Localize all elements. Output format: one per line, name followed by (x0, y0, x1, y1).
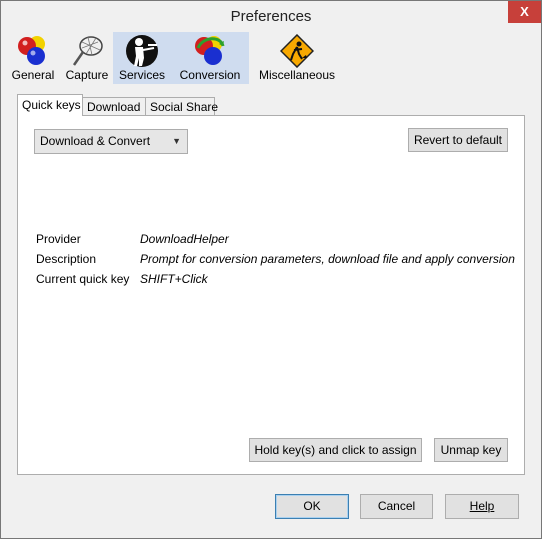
toolbar-item-label: Conversion (179, 68, 241, 82)
toolbar-item-miscellaneous[interactable]: Miscellaneous (249, 32, 345, 84)
toolbar-item-capture[interactable]: Capture (61, 32, 113, 84)
chevron-down-icon: ▼ (172, 136, 181, 146)
toolbar-item-label: General (11, 68, 55, 82)
toolbar-item-conversion[interactable]: Conversion (171, 32, 249, 84)
tab-quick-keys[interactable]: Quick keys (17, 94, 83, 116)
toolbar-item-label: Miscellaneous (258, 68, 336, 82)
description-value: Prompt for conversion parameters, downlo… (140, 252, 515, 266)
window-title: Preferences (230, 8, 312, 25)
quick-keys-panel: Download & Convert ▼ Revert to default P… (17, 115, 525, 475)
butler-icon (126, 35, 158, 67)
toolbar-item-services[interactable]: Services (113, 32, 171, 84)
tab-social-share[interactable]: Social Share (145, 97, 218, 116)
construction-sign-icon (280, 34, 314, 68)
quick-key-value: SHIFT+Click (140, 272, 208, 286)
revert-to-default-button[interactable]: Revert to default (408, 128, 508, 152)
assign-key-button[interactable]: Hold key(s) and click to assign (249, 438, 422, 462)
preferences-window: Preferences X General Capture Services C… (0, 0, 542, 539)
toolbar-item-label: Capture (65, 68, 109, 82)
preferences-content: Quick keys Download Social Share Downloa… (9, 90, 533, 481)
service-select[interactable]: Download & Convert ▼ (34, 129, 188, 154)
tab-download[interactable]: Download (82, 97, 146, 116)
color-balls-icon (18, 36, 45, 65)
description-label: Description (36, 252, 97, 266)
close-button[interactable]: X (508, 1, 541, 23)
provider-label: Provider (36, 232, 81, 246)
net-icon (72, 36, 103, 66)
conversion-balls-icon (195, 36, 225, 65)
preferences-toolbar: General Capture Services Conversion Misc… (5, 32, 345, 84)
ok-button[interactable]: OK (275, 494, 349, 519)
service-select-value: Download & Convert (40, 134, 151, 148)
tab-strip: Quick keys Download Social Share (17, 94, 218, 116)
help-button[interactable]: Help (445, 494, 519, 519)
quick-key-label: Current quick key (36, 272, 130, 286)
toolbar-item-general[interactable]: General (5, 32, 61, 84)
cancel-button[interactable]: Cancel (360, 494, 433, 519)
provider-value: DownloadHelper (140, 232, 229, 246)
unmap-key-button[interactable]: Unmap key (434, 438, 508, 462)
title-bar[interactable]: Preferences X (1, 1, 541, 32)
toolbar-item-label: Services (118, 68, 165, 82)
